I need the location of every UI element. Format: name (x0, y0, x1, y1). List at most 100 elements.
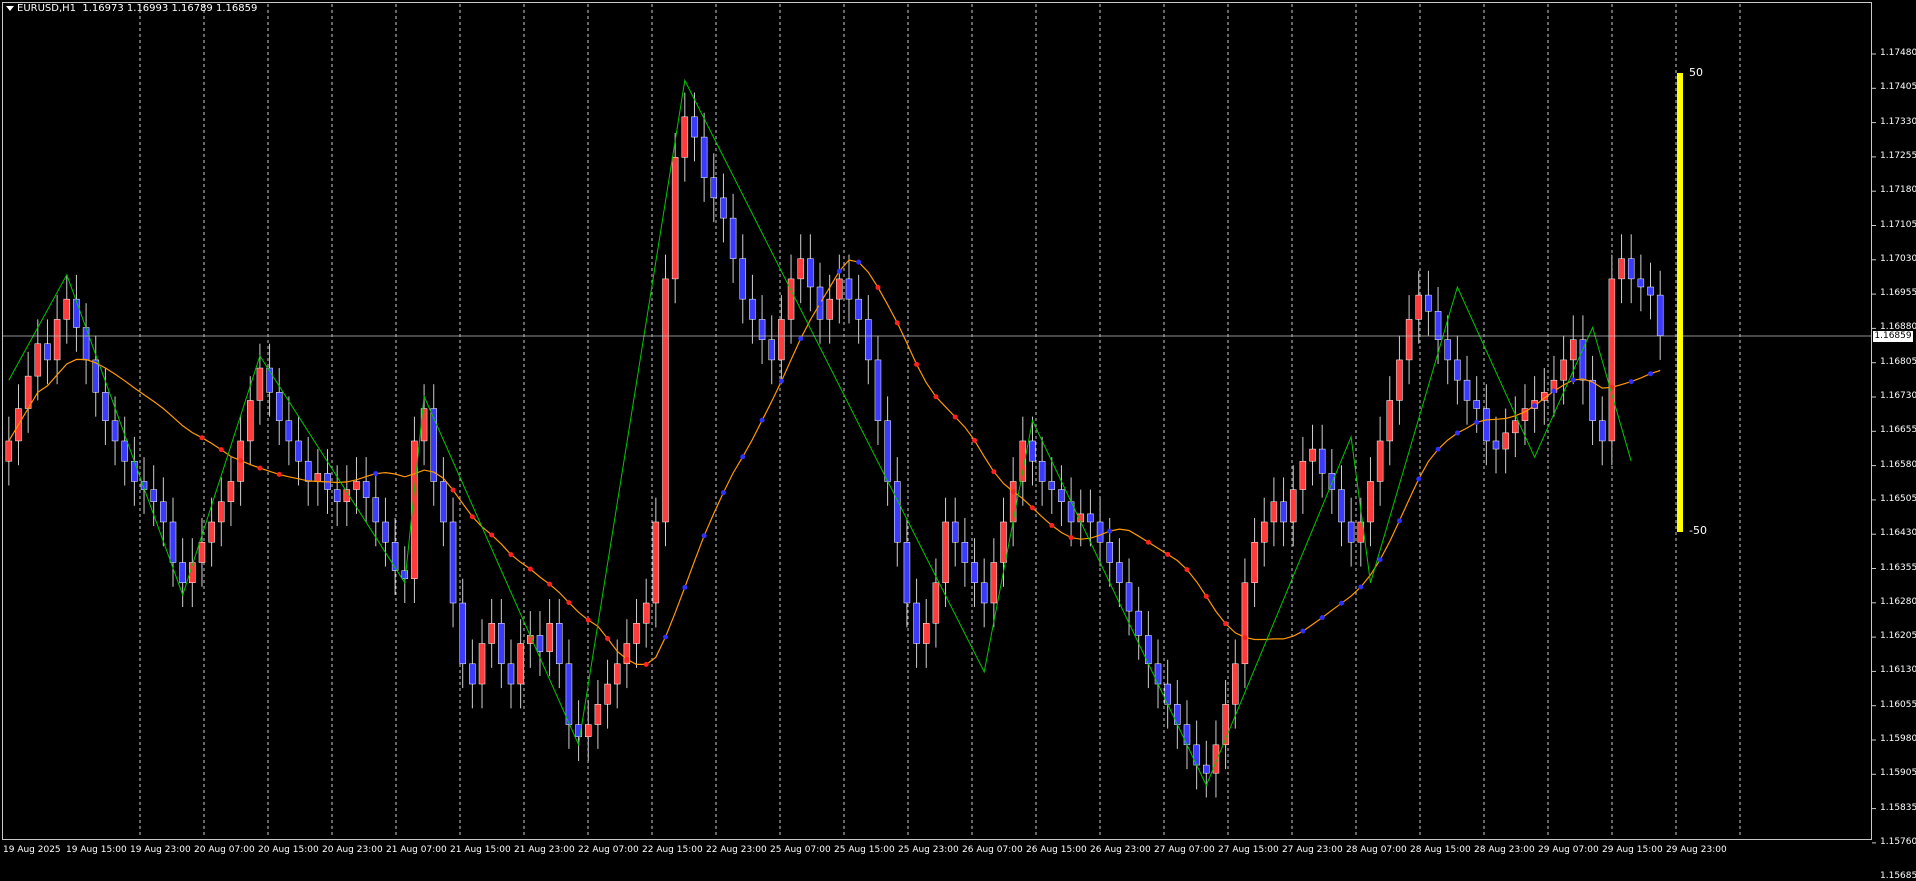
candle-body (1164, 683, 1171, 705)
chart-window[interactable]: EURUSD,H1 1.16973 1.16993 1.16789 1.1685… (0, 0, 1916, 881)
candle-body (469, 663, 476, 685)
candle-body (1067, 501, 1075, 523)
ma-up-marker (701, 533, 707, 539)
candle-body (1415, 294, 1422, 320)
time-tick-label: 26 Aug 15:00 (1026, 845, 1087, 855)
ma-down-marker (1223, 621, 1229, 627)
candle-body (1608, 278, 1616, 442)
candle-body (1570, 339, 1577, 361)
ma-up-marker (1338, 600, 1344, 606)
candle-body (169, 521, 177, 563)
candle-body (198, 541, 206, 563)
ma-down-marker (199, 435, 205, 441)
ma-up-marker (373, 471, 379, 477)
oscillator-lower-label: -50 (1689, 524, 1707, 537)
candle-body (1347, 521, 1355, 543)
ma-up-marker (1454, 430, 1460, 436)
ma-up-marker (778, 378, 784, 384)
candle-body (1454, 359, 1461, 381)
candle-body (362, 481, 370, 498)
candle-body (980, 582, 988, 604)
candle-body (208, 521, 215, 543)
ma-down-marker (508, 552, 514, 558)
candle-body (1598, 420, 1606, 442)
candle-body (314, 473, 322, 482)
ma-up-marker (1570, 377, 1576, 383)
time-tick-label: 29 Aug 07:00 (1538, 845, 1599, 855)
ma-up-marker (1358, 584, 1364, 590)
ma-up-marker (1551, 388, 1557, 394)
candle-body (903, 541, 911, 604)
candle-body (131, 460, 138, 482)
ma-up-marker (817, 301, 823, 307)
ma-up-marker (1474, 419, 1480, 425)
price-tick-label: 1.15835 (1880, 802, 1916, 813)
candle-body (1260, 521, 1268, 543)
candle-body (1029, 440, 1036, 462)
candle-body (102, 392, 109, 421)
candle-body (488, 623, 495, 644)
price-tick-label: 1.15905 (1880, 768, 1916, 779)
chart-menu-icon[interactable] (6, 5, 14, 11)
candle-body (507, 663, 515, 685)
candle-body (82, 327, 90, 361)
ma-up-marker (836, 268, 842, 274)
time-tick-label: 27 Aug 15:00 (1218, 845, 1279, 855)
ma-down-marker (527, 566, 533, 572)
price-tick-label: 1.16580 (1880, 459, 1916, 470)
candle-body (546, 623, 553, 652)
candle-body (671, 157, 679, 280)
candle-body (739, 258, 747, 300)
candle-body (1318, 448, 1326, 474)
candle-body (1618, 258, 1625, 280)
candle-body (1232, 663, 1239, 705)
ma-up-marker (1107, 528, 1113, 534)
candle-body (478, 643, 486, 685)
candle-body (63, 298, 71, 320)
candle-body (855, 298, 862, 320)
ma-down-marker (1010, 489, 1016, 495)
candle-body (1434, 311, 1442, 340)
candle-body (372, 497, 380, 523)
time-tick-label: 28 Aug 15:00 (1410, 845, 1471, 855)
candle-body (894, 481, 901, 543)
ma-up-marker (1628, 379, 1634, 385)
candle-body (218, 501, 225, 523)
candle-body (1579, 339, 1587, 381)
price-tick-label: 1.16130 (1880, 665, 1916, 676)
chart-header: EURUSD,H1 1.16973 1.16993 1.16789 1.1685… (6, 3, 257, 14)
candle-body (1589, 379, 1596, 421)
candle-body (1656, 294, 1664, 336)
candle-body (556, 623, 563, 665)
price-tick-label: 1.16205 (1880, 631, 1916, 642)
candle-body (179, 562, 186, 584)
candle-body (1463, 379, 1471, 401)
candle-body (594, 704, 602, 725)
price-tick-label: 1.16730 (1880, 391, 1916, 401)
price-tick-label: 1.16280 (1880, 596, 1916, 607)
ma-down-marker (489, 532, 495, 538)
ma-down-marker (257, 465, 263, 471)
ma-down-marker (1242, 634, 1248, 640)
candle-body (5, 440, 13, 462)
candle-body (24, 375, 32, 409)
candle-body (1502, 432, 1509, 450)
candle-body (778, 319, 785, 361)
candle-body (1009, 481, 1017, 523)
candle-body (1289, 489, 1297, 523)
ma-up-marker (1532, 403, 1538, 409)
candle-body (1647, 286, 1654, 296)
price-tick-label: 1.15980 (1880, 734, 1916, 744)
candle-body (913, 602, 920, 644)
ma-down-marker (952, 414, 958, 420)
candle-body (53, 319, 61, 361)
candle-body (584, 724, 592, 737)
symbol-label: EURUSD,H1 (17, 3, 77, 14)
ma-up-marker (740, 454, 746, 460)
price-tick-label: 1.16355 (1880, 562, 1916, 573)
candle-body (565, 663, 573, 725)
candle-body (256, 367, 264, 401)
price-chart[interactable] (0, 0, 1916, 863)
ma-down-marker (875, 284, 881, 290)
candle-body (247, 400, 254, 442)
